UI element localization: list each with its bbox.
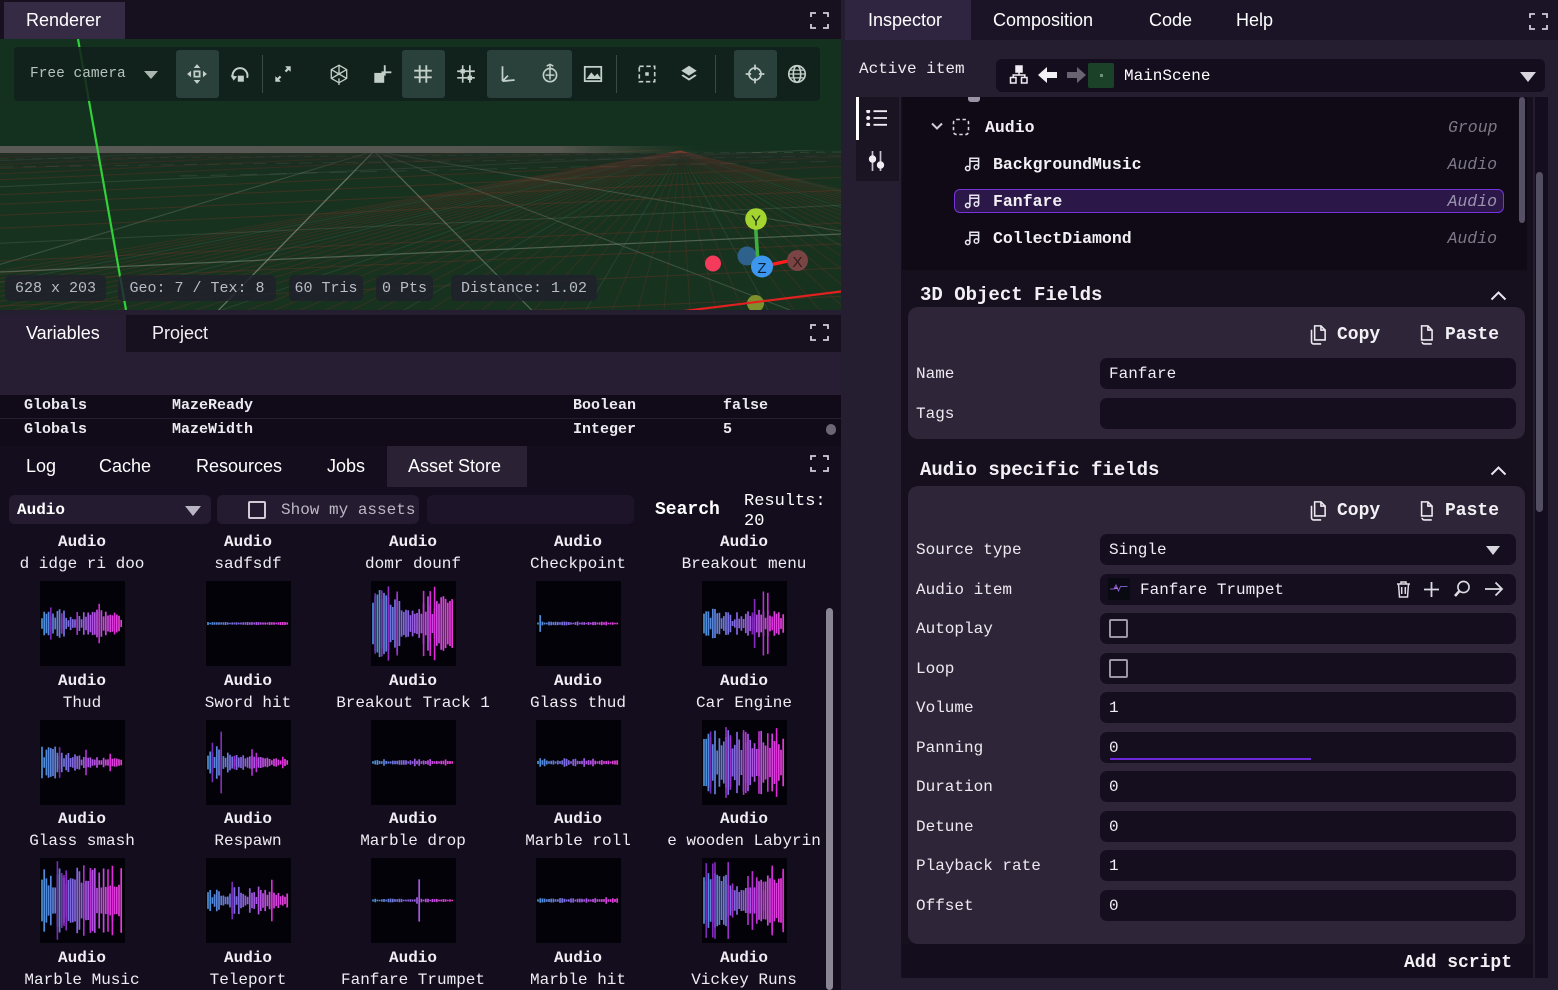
svg-text:Y: Y — [751, 213, 761, 230]
svg-text:X: X — [792, 254, 802, 271]
svg-text:Z: Z — [757, 260, 766, 277]
